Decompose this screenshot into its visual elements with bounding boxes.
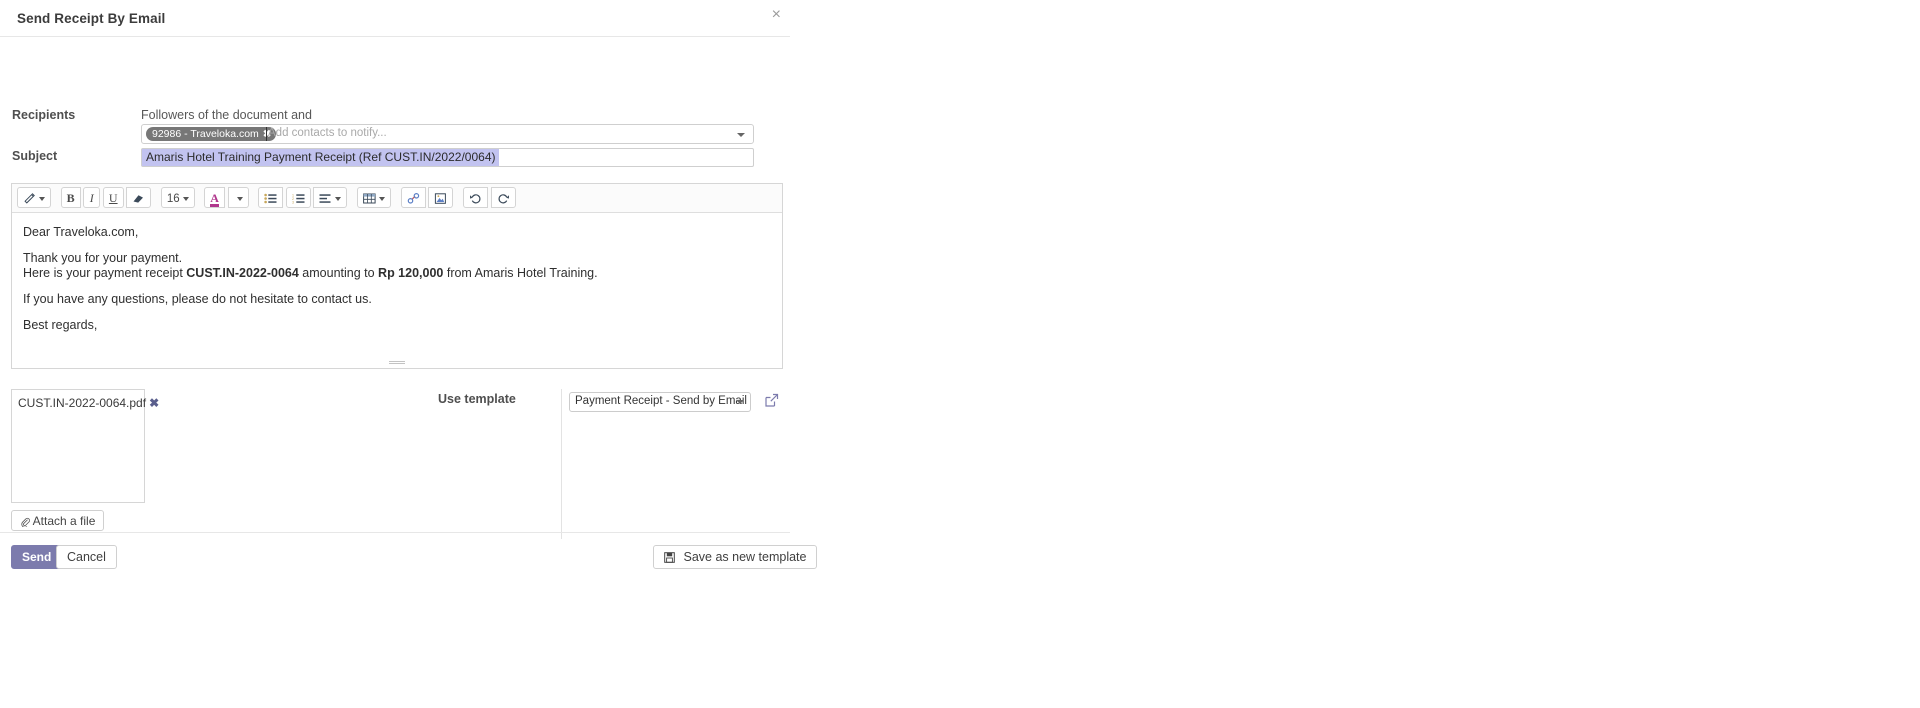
toolbar-group-table: [357, 187, 392, 208]
toolbar-group-font-color: A: [204, 187, 249, 208]
font-color-icon: A: [210, 191, 219, 207]
save-as-new-template-button[interactable]: Save as new template: [653, 545, 818, 569]
font-size-value: 16: [166, 193, 180, 205]
paperclip-icon: [21, 517, 30, 527]
external-link-icon: [765, 393, 779, 407]
section-divider: [561, 389, 562, 539]
underline-button[interactable]: U: [102, 187, 124, 208]
font-size-button[interactable]: 16: [160, 187, 195, 208]
receipt-reference: CUST.IN-2022-0064: [186, 266, 299, 280]
bold-icon: B: [66, 191, 75, 205]
eraser-icon: [133, 195, 144, 203]
align-left-icon: [319, 194, 331, 203]
font-color-dropdown-button[interactable]: [227, 187, 249, 208]
receipt-prefix: Here is your payment receipt: [23, 266, 187, 280]
subject-label: Subject: [12, 149, 58, 163]
underline-icon: U: [108, 191, 118, 205]
undo-button[interactable]: [462, 187, 488, 208]
email-body-content[interactable]: Dear Traveloka.com, Thank you for your p…: [12, 213, 782, 333]
image-icon: [435, 193, 447, 204]
editor-toolbar: B I U 16 A 1 2 3: [12, 184, 782, 213]
style-picker-button[interactable]: [17, 187, 51, 208]
dialog-header: Send Receipt By Email ×: [0, 0, 790, 37]
attachment-name: CUST.IN-2022-0064.pdf: [18, 396, 147, 410]
chevron-down-icon[interactable]: [737, 133, 745, 137]
chevron-down-icon: [182, 196, 189, 201]
email-body-editor[interactable]: B I U 16 A 1 2 3 Dear Traveloka.com, Tha…: [11, 183, 783, 369]
font-color-button[interactable]: A: [204, 187, 225, 208]
undo-icon: [469, 194, 481, 204]
template-select[interactable]: Payment Receipt - Send by Email: [569, 392, 751, 412]
table-button[interactable]: [357, 187, 392, 208]
editor-resize-handle[interactable]: [389, 361, 405, 365]
recipients-input[interactable]: 92986 - Traveloka.com ✖ Add contacts to n…: [141, 124, 754, 144]
recipient-tag[interactable]: 92986 - Traveloka.com ✖: [146, 127, 277, 141]
recipients-placeholder: Add contacts to notify...: [268, 127, 387, 139]
toolbar-group-style: [17, 187, 51, 208]
redo-icon: [498, 194, 509, 204]
receipt-amount: Rp 120,000: [378, 266, 444, 280]
toolbar-group-media: [400, 187, 454, 208]
body-paragraph-receipt: Thank you for your payment. Here is your…: [23, 251, 772, 281]
chevron-down-icon[interactable]: [736, 400, 744, 404]
chevron-down-icon: [39, 196, 45, 201]
numbered-list-icon: 1 2 3: [292, 193, 305, 204]
redo-button[interactable]: [490, 187, 516, 208]
cancel-button[interactable]: Cancel: [56, 545, 117, 569]
toolbar-group-format: B I U: [60, 187, 152, 208]
send-button[interactable]: Send: [11, 545, 63, 569]
chevron-down-icon: [236, 196, 243, 201]
open-template-button[interactable]: [764, 393, 779, 409]
send-receipt-dialog: Send Receipt By Email × Recipients Follo…: [0, 0, 818, 708]
align-button[interactable]: [313, 187, 348, 208]
body-thanks: Thank you for your payment.: [23, 251, 183, 265]
toolbar-group-history: [462, 187, 516, 208]
chevron-down-icon: [379, 196, 386, 201]
body-greeting: Dear Traveloka.com,: [23, 225, 139, 239]
remove-format-button[interactable]: [126, 187, 152, 208]
use-template-label: Use template: [438, 392, 516, 406]
subject-input[interactable]: Amaris Hotel Training Payment Receipt (R…: [141, 148, 754, 167]
body-questions: If you have any questions, please do not…: [23, 292, 372, 306]
template-selected-value: Payment Receipt - Send by Email: [575, 395, 747, 407]
subject-value: Amaris Hotel Training Payment Receipt (R…: [142, 149, 500, 166]
italic-icon: I: [89, 191, 94, 205]
numbered-list-button[interactable]: 1 2 3: [285, 187, 311, 208]
link-icon: [407, 193, 419, 204]
italic-button[interactable]: I: [83, 187, 101, 208]
recipients-label: Recipients: [12, 108, 76, 122]
toolbar-group-font-size: 16: [160, 187, 195, 208]
remove-attachment-icon[interactable]: ✖: [149, 396, 159, 410]
bullet-list-button[interactable]: [258, 187, 284, 208]
followers-text: Followers of the document and: [141, 108, 312, 122]
svg-text:3: 3: [292, 201, 294, 205]
page-title: Send Receipt By Email: [17, 11, 166, 26]
insert-image-button[interactable]: [428, 187, 454, 208]
save-as-new-template-label: Save as new template: [683, 550, 807, 564]
close-icon[interactable]: ×: [772, 7, 781, 23]
toolbar-group-lists: 1 2 3: [258, 187, 348, 208]
body-signoff: Best regards,: [23, 318, 98, 332]
body-receipt-line: Here is your payment receipt CUST.IN-202…: [23, 266, 772, 281]
bold-button[interactable]: B: [60, 187, 81, 208]
save-icon: [664, 550, 678, 564]
insert-link-button[interactable]: [400, 187, 426, 208]
bullet-list-icon: [264, 193, 277, 204]
chevron-down-icon: [335, 196, 342, 201]
attachment-item[interactable]: CUST.IN-2022-0064.pdf ✖: [18, 396, 159, 410]
attach-file-button[interactable]: Attach a file: [11, 510, 105, 531]
attach-file-label: Attach a file: [32, 514, 96, 528]
recipient-tag-label: 92986 - Traveloka.com: [152, 128, 259, 140]
attachments-panel: CUST.IN-2022-0064.pdf ✖: [11, 389, 159, 503]
magic-pen-icon: [24, 193, 35, 204]
receipt-suffix: from Amaris Hotel Training.: [443, 266, 598, 280]
table-icon: [363, 193, 376, 204]
text-caret: [266, 127, 267, 141]
dialog-footer: Send Cancel Save as new template: [0, 532, 818, 582]
receipt-middle: amounting to: [298, 266, 379, 280]
